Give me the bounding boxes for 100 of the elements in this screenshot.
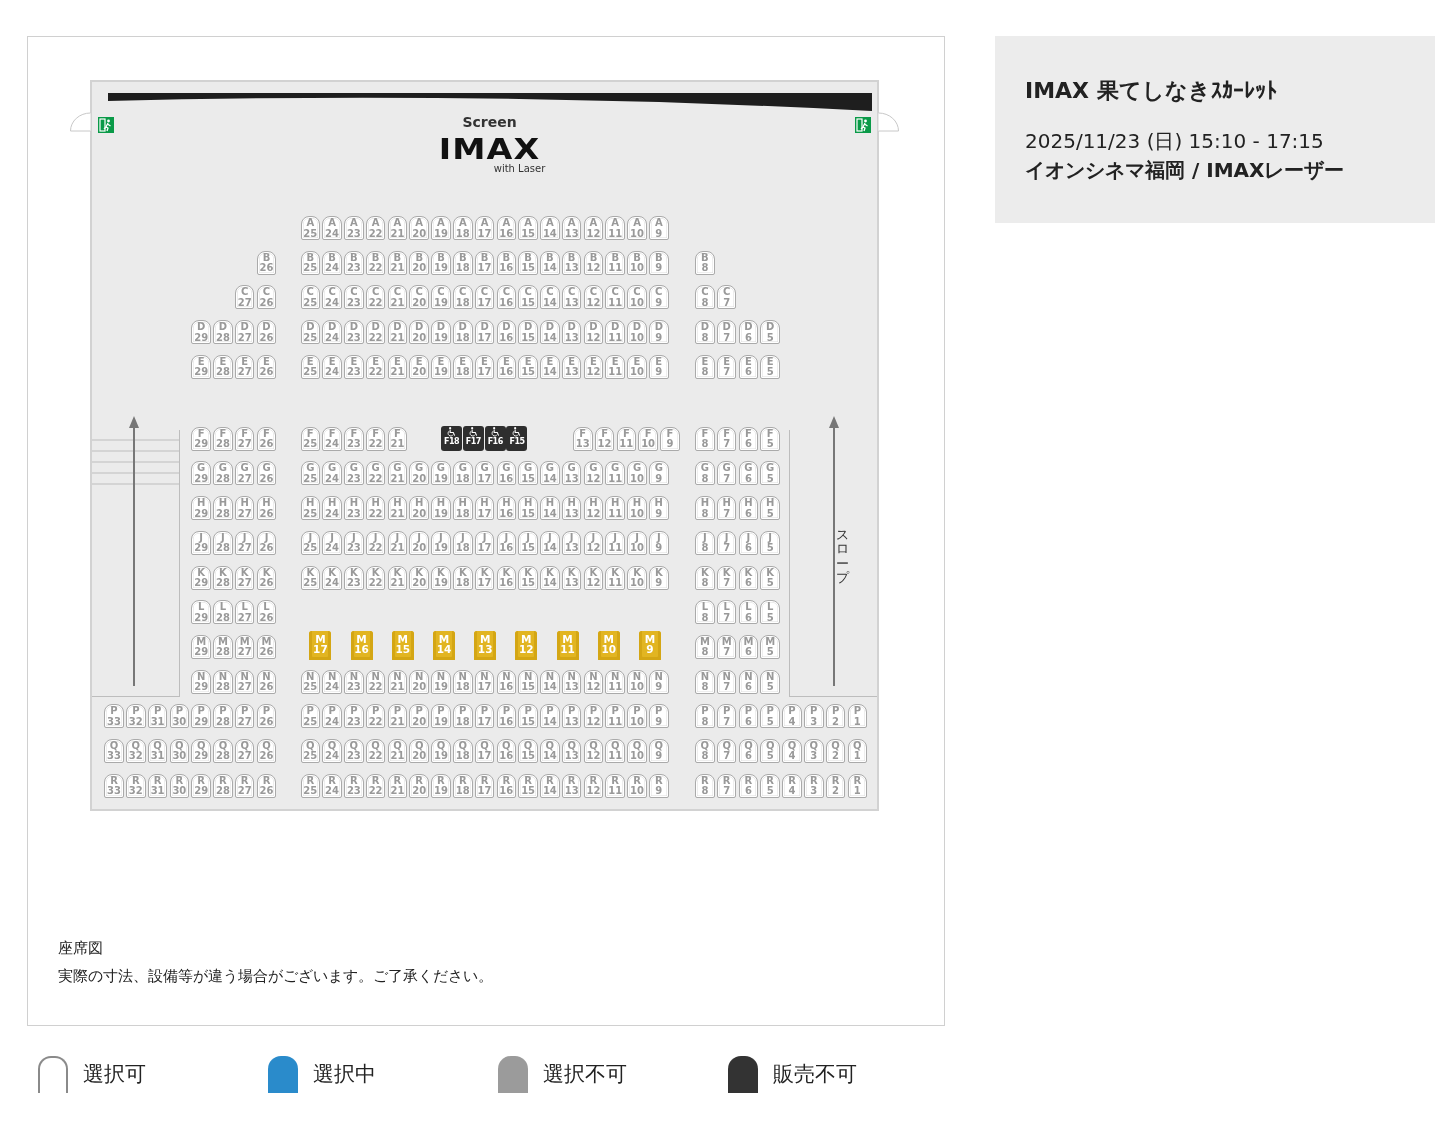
seat[interactable]: N 19 — [431, 669, 451, 694]
premium-seat[interactable]: M 11 — [556, 630, 579, 660]
seat[interactable]: N 5 — [760, 669, 780, 694]
seat[interactable]: P 19 — [431, 704, 451, 729]
seat[interactable]: C 18 — [453, 285, 473, 310]
seat[interactable]: Q 25 — [300, 738, 321, 763]
seat[interactable]: J 15 — [518, 530, 538, 555]
seat[interactable]: P 23 — [344, 704, 364, 729]
seat[interactable]: R 28 — [213, 773, 233, 798]
seat[interactable]: G 5 — [760, 461, 780, 486]
seat[interactable]: B 17 — [474, 250, 495, 275]
seat[interactable]: B 14 — [540, 250, 560, 275]
seat[interactable]: D 12 — [583, 320, 604, 345]
seat[interactable]: J 24 — [322, 530, 342, 555]
seat[interactable]: A 18 — [453, 216, 473, 240]
seat[interactable]: K 13 — [561, 565, 582, 590]
seat[interactable]: B 20 — [409, 250, 429, 275]
seat[interactable]: D 22 — [365, 320, 386, 345]
premium-seat[interactable]: M 10 — [597, 630, 620, 660]
seat[interactable]: R 25 — [300, 773, 321, 798]
seat[interactable]: D 23 — [344, 320, 364, 345]
seat[interactable]: D 26 — [256, 320, 277, 345]
seat[interactable]: F 25 — [300, 426, 321, 451]
seat[interactable]: K 24 — [322, 565, 342, 590]
seat[interactable]: E 21 — [387, 354, 408, 379]
seat[interactable]: Q 26 — [256, 738, 277, 763]
seat[interactable]: H 28 — [213, 496, 233, 521]
seat[interactable]: M 27 — [234, 634, 255, 659]
seat[interactable]: J 14 — [540, 530, 560, 555]
seat[interactable]: G 21 — [387, 461, 408, 486]
seat[interactable]: H 26 — [256, 496, 277, 521]
seat[interactable]: P 8 — [695, 704, 715, 729]
seat[interactable]: L 7 — [716, 600, 737, 625]
seat[interactable]: E 14 — [540, 354, 560, 379]
seat[interactable]: B 26 — [256, 250, 277, 275]
seat[interactable]: J 26 — [256, 530, 277, 555]
seat[interactable]: K 21 — [387, 565, 408, 590]
seat[interactable]: F 26 — [256, 426, 277, 451]
seat[interactable]: E 13 — [561, 354, 582, 379]
seat[interactable]: N 9 — [649, 669, 669, 694]
seat[interactable]: P 3 — [804, 704, 824, 729]
seat[interactable]: D 7 — [716, 320, 737, 345]
seat[interactable]: N 17 — [474, 669, 495, 694]
seat[interactable]: Q 2 — [825, 738, 846, 763]
seat[interactable]: D 25 — [300, 320, 321, 345]
seat[interactable]: P 27 — [234, 704, 255, 729]
seat[interactable]: E 7 — [716, 354, 737, 379]
seat[interactable]: P 24 — [322, 704, 342, 729]
seat[interactable]: N 14 — [540, 669, 560, 694]
seat[interactable]: D 5 — [760, 320, 780, 345]
seat[interactable]: H 22 — [365, 496, 386, 521]
seat[interactable]: R 13 — [561, 773, 582, 798]
seat[interactable]: N 11 — [605, 669, 625, 694]
seat[interactable]: P 9 — [649, 704, 669, 729]
seat[interactable]: J 25 — [300, 530, 321, 555]
seat[interactable]: J 13 — [561, 530, 582, 555]
seat[interactable]: P 22 — [365, 704, 386, 729]
seat[interactable]: H 12 — [583, 496, 604, 521]
seat[interactable]: P 5 — [760, 704, 780, 729]
seat[interactable]: Q 20 — [409, 738, 429, 763]
seat[interactable]: N 15 — [518, 669, 538, 694]
seat[interactable]: Q 33 — [104, 738, 124, 763]
seat[interactable]: Q 16 — [496, 738, 517, 763]
seat[interactable]: P 20 — [409, 704, 429, 729]
seat[interactable]: D 24 — [322, 320, 342, 345]
seat[interactable]: C 27 — [234, 285, 255, 310]
seat[interactable]: R 15 — [518, 773, 538, 798]
seat[interactable]: M 5 — [760, 634, 780, 659]
seat[interactable]: N 12 — [583, 669, 604, 694]
seat[interactable]: Q 21 — [387, 738, 408, 763]
seat[interactable]: C 25 — [300, 285, 321, 310]
seat[interactable]: J 17 — [474, 530, 495, 555]
seat[interactable]: Q 19 — [431, 738, 451, 763]
seat[interactable]: G 28 — [213, 461, 233, 486]
seat[interactable]: R 22 — [365, 773, 386, 798]
seat[interactable]: J 9 — [649, 530, 669, 555]
seat[interactable]: H 7 — [716, 496, 737, 521]
seat[interactable]: N 16 — [496, 669, 517, 694]
seat[interactable]: L 8 — [695, 600, 715, 625]
seat[interactable]: N 26 — [256, 669, 277, 694]
seat[interactable]: C 15 — [518, 285, 538, 310]
seat[interactable]: K 16 — [496, 565, 517, 590]
seat[interactable]: A 22 — [365, 216, 386, 240]
seat[interactable]: N 8 — [695, 669, 715, 694]
seat[interactable]: P 2 — [825, 704, 846, 729]
premium-seat[interactable]: M 16 — [350, 630, 373, 660]
seat[interactable]: E 20 — [409, 354, 429, 379]
seat[interactable]: H 5 — [760, 496, 780, 521]
seat[interactable]: R 10 — [627, 773, 647, 798]
seat[interactable]: L 29 — [191, 600, 211, 625]
seat[interactable]: Q 8 — [695, 738, 715, 763]
seat[interactable]: Q 28 — [213, 738, 233, 763]
seat[interactable]: G 17 — [474, 461, 495, 486]
seat[interactable]: J 10 — [627, 530, 647, 555]
seat[interactable]: R 29 — [191, 773, 211, 798]
seat[interactable]: P 18 — [453, 704, 473, 729]
seat[interactable]: P 32 — [126, 704, 146, 729]
seat[interactable]: P 12 — [583, 704, 604, 729]
seat[interactable]: Q 24 — [322, 738, 342, 763]
seat[interactable]: P 26 — [256, 704, 277, 729]
